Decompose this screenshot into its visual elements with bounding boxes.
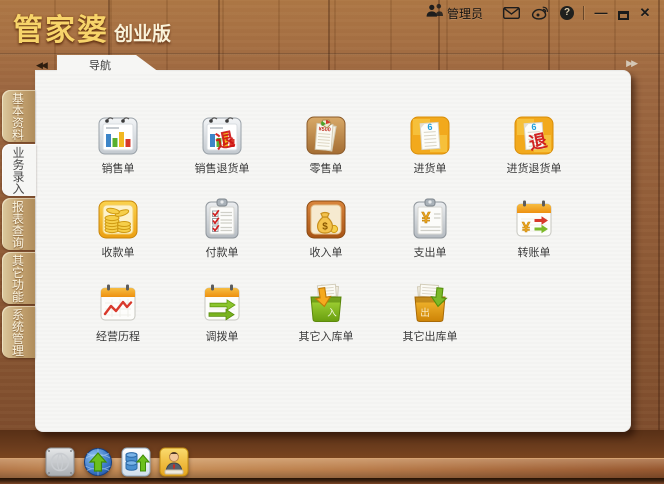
nav-item-other-stock-out-order[interactable]: 出 其它出库单 [378, 280, 482, 344]
app-logo: 管家婆 创业版 [13, 5, 171, 49]
nav-item-label: 支出单 [413, 247, 447, 259]
nav-item-label: 收款单 [101, 247, 135, 259]
nav-item-label: 零售单 [309, 163, 343, 175]
network-offline-icon[interactable] [44, 446, 76, 478]
sales-return-order-icon: 退 [199, 112, 245, 158]
sidebar-tab-label: 其它功能 [12, 254, 25, 304]
sidebar-tab-business-entry[interactable]: 业务录入 [2, 144, 36, 196]
nav-item-payment-order[interactable]: 付款单 [170, 196, 274, 260]
yuan-glyph: ¥ [522, 219, 531, 236]
brand-edition: 创业版 [114, 24, 172, 45]
other-stock-out-order-icon: 出 [407, 280, 453, 326]
sales-order-icon [95, 112, 141, 158]
sidebar-tab-label: 业务录入 [12, 146, 25, 196]
sidebar-tab-label: 基本资料 [12, 92, 25, 142]
data-backup-icon[interactable] [120, 446, 152, 478]
nav-item-label: 销售单 [101, 163, 135, 175]
bottom-dock [44, 446, 190, 478]
help-icon[interactable]: ? [560, 6, 574, 20]
retail-price-text: ¥500 [318, 127, 331, 134]
nav-item-label: 收入单 [309, 247, 343, 259]
titlebar-controls: 管理员 ? — ✕ [426, 3, 656, 23]
current-user-chip[interactable]: 管理员 [426, 3, 483, 23]
nav-item-label: 经营历程 [96, 331, 140, 343]
receipt-order-icon [95, 196, 141, 242]
nav-item-label: 进货退货单 [506, 163, 562, 175]
nav-item-label: 其它入库单 [298, 331, 354, 343]
baseboard [0, 478, 664, 484]
brand-name: 管家婆 [13, 14, 109, 47]
allocation-order-icon [199, 280, 245, 326]
sidebar-tab-label: 系统管理 [12, 308, 25, 358]
nav-item-label: 调拨单 [205, 331, 239, 343]
in-char-glyph: 入 [327, 308, 337, 319]
tab-scroll-right-icon[interactable]: ▶▶ [626, 58, 638, 69]
sidebar-tab-system-management[interactable]: 系统管理 [2, 306, 35, 358]
purchase-return-order-icon: 6 退 [511, 112, 557, 158]
sidebar-tab-label: 报表查询 [12, 200, 25, 250]
expense-order-icon: ¥ [407, 196, 453, 242]
help-glyph: ? [563, 7, 571, 18]
out-char-glyph: 出 [420, 307, 430, 319]
nav-item-retail-order[interactable]: ¥500 零售单 [274, 112, 378, 176]
business-history-icon [95, 280, 141, 326]
minimize-glyph: — [594, 5, 608, 20]
transfer-order-icon: ¥ [511, 196, 557, 242]
titlebar-separator [583, 6, 584, 20]
other-stock-in-order-icon: 入 [303, 280, 349, 326]
online-upgrade-icon[interactable] [82, 446, 114, 478]
doc-number-text: 6 [427, 122, 433, 132]
close-glyph: ✕ [639, 5, 651, 20]
nav-item-sales-order[interactable]: 销售单 [66, 112, 170, 176]
maximize-button[interactable] [612, 4, 634, 22]
close-button[interactable]: ✕ [634, 4, 656, 22]
nav-item-receipt-order[interactable]: 收款单 [66, 196, 170, 260]
maximize-glyph [617, 10, 629, 20]
user-group-icon [426, 3, 443, 23]
user-label: 管理员 [446, 6, 483, 21]
tab-navigation-label: 导航 [89, 60, 111, 72]
nav-item-label: 其它出库单 [402, 331, 458, 343]
operator-icon[interactable] [158, 446, 190, 478]
nav-item-label: 付款单 [205, 247, 239, 259]
wood-groove [0, 53, 664, 55]
nav-item-purchase-return-order[interactable]: 6 退 进货退货单 [482, 112, 586, 176]
doc-number-text: 6 [531, 122, 537, 132]
nav-item-label: 进货单 [413, 163, 447, 175]
yuan-glyph: ¥ [422, 210, 431, 227]
nav-item-sales-return-order[interactable]: 退 销售退货单 [170, 112, 274, 176]
nav-item-allocation-order[interactable]: 调拨单 [170, 280, 274, 344]
income-order-icon: $ [303, 196, 349, 242]
nav-item-label: 销售退货单 [194, 163, 250, 175]
sidebar-tab-report-query[interactable]: 报表查询 [2, 198, 35, 250]
tab-navigation[interactable]: 导航 [57, 55, 159, 72]
mail-icon[interactable] [503, 7, 520, 19]
nav-item-purchase-order[interactable]: 6 进货单 [378, 112, 482, 176]
nav-item-income-order[interactable]: $ 收入单 [274, 196, 378, 260]
nav-item-transfer-order[interactable]: ¥ 转账单 [482, 196, 586, 260]
app-window: 管家婆 创业版 管理员 ? — ✕ ◀◀ ▶▶ 导航 基本资料 业务录入 报表查询… [0, 0, 664, 484]
nav-item-business-history[interactable]: 经营历程 [66, 280, 170, 344]
minimize-button[interactable]: — [590, 4, 612, 22]
weibo-icon[interactable] [531, 6, 549, 21]
nav-item-expense-order[interactable]: ¥ 支出单 [378, 196, 482, 260]
purchase-order-icon: 6 [407, 112, 453, 158]
dollar-glyph: $ [322, 222, 328, 233]
sidebar-tab-other-functions[interactable]: 其它功能 [2, 252, 35, 304]
sidebar-tab-basic-data[interactable]: 基本资料 [2, 90, 35, 142]
payment-order-icon [199, 196, 245, 242]
nav-item-label: 转账单 [517, 247, 551, 259]
nav-item-other-stock-in-order[interactable]: 入 其它入库单 [274, 280, 378, 344]
retail-order-icon: ¥500 [303, 112, 349, 158]
